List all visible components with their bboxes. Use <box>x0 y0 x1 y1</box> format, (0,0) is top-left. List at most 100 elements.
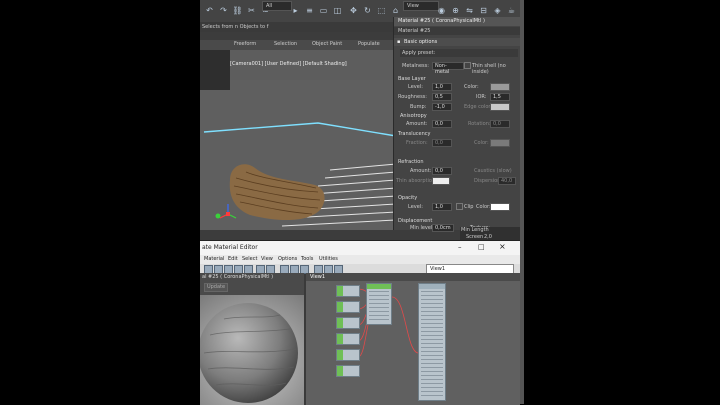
ior-label: IOR: <box>476 94 487 100</box>
undo-icon[interactable]: ↶ <box>204 5 215 16</box>
displacement-section: Displacement <box>398 218 433 224</box>
opacity-level-spinner[interactable]: 1,0 <box>432 203 452 211</box>
refraction-amount-label: Amount: <box>410 168 432 174</box>
clip-checkbox[interactable] <box>456 203 463 210</box>
anisotropy-amount-spinner[interactable]: 0,0 <box>432 120 452 128</box>
menu-options[interactable]: Options <box>278 256 297 262</box>
select-icon[interactable]: ▸ <box>290 5 301 16</box>
menu-view[interactable]: View <box>261 256 273 262</box>
unlink-icon[interactable]: ✂ <box>246 5 257 16</box>
menu-material[interactable]: Material <box>204 256 224 262</box>
refraction-section: Refraction <box>398 159 424 165</box>
roughness-spinner[interactable]: 0,5 <box>432 93 452 101</box>
translucency-color-swatch[interactable] <box>490 139 510 147</box>
translucency-section: Translucency <box>398 131 431 137</box>
fraction-label: Fraction: <box>406 140 428 146</box>
thin-absorption-label: Thin absorption: <box>396 178 437 184</box>
pivot-icon[interactable]: ◉ <box>436 5 447 16</box>
select-by-name-icon[interactable]: ≡ <box>304 5 315 16</box>
map-node-1[interactable] <box>336 285 360 297</box>
menu-utilities[interactable]: Utilities <box>319 256 338 262</box>
opacity-color-label: Color: <box>476 204 491 210</box>
translucency-color-label: Color: <box>474 140 489 146</box>
corona-physical-material-node[interactable] <box>418 283 446 401</box>
edge-color-swatch[interactable] <box>490 103 510 111</box>
snap-icon[interactable]: ⊕ <box>450 5 461 16</box>
level-spinner[interactable]: 1,0 <box>432 83 452 91</box>
anisotropy-amount-label: Amount: <box>406 121 428 127</box>
map-node-3[interactable] <box>336 317 360 329</box>
apply-preset-dropdown[interactable]: Apply preset: <box>400 49 518 57</box>
viewport-label[interactable]: [Camera001] [User Defined] [Default Shad… <box>230 61 347 67</box>
maximize-button[interactable]: □ <box>478 243 485 251</box>
view-tab[interactable]: View1 <box>310 274 325 280</box>
redo-icon[interactable]: ↷ <box>218 5 229 16</box>
material-editor-icon[interactable]: ◈ <box>492 5 503 16</box>
anisotropy-section: Anisotropy <box>400 113 427 119</box>
secondary-toolbar: Selects from n Objects to f <box>200 22 396 32</box>
tab-populate[interactable]: Populate <box>358 41 380 47</box>
menu-tools[interactable]: Tools <box>301 256 313 262</box>
view-tab-bar: View1 <box>306 273 520 281</box>
window-crossing-icon[interactable]: ◫ <box>332 5 343 16</box>
min-level-spinner[interactable]: 0,0cm <box>432 224 454 232</box>
rollout-basic-options[interactable]: ▪ Basic options <box>394 38 520 46</box>
close-button[interactable]: × <box>499 242 506 251</box>
map-node-6[interactable] <box>336 365 360 377</box>
editor-titlebar: ate Material Editor – □ × <box>200 241 520 255</box>
rotate-icon[interactable]: ↻ <box>362 5 373 16</box>
map-node-2[interactable] <box>336 301 360 313</box>
material-name-field[interactable]: Material #25 <box>394 27 520 35</box>
move-icon[interactable]: ✥ <box>348 5 359 16</box>
preview-sphere[interactable] <box>200 295 304 405</box>
selection-hint: Selects from n Objects to f <box>202 24 269 30</box>
roughness-label: Roughness: <box>398 94 427 100</box>
metalness-label: Metalness: <box>402 63 429 69</box>
base-layer-section: Base Layer <box>398 76 426 82</box>
base-color-swatch[interactable] <box>490 83 510 91</box>
link-icon[interactable]: ⛓ <box>232 5 243 16</box>
min-length-strip: Min Length Screen 2,0 <box>460 227 520 240</box>
map-node-4[interactable] <box>336 333 360 345</box>
material-title: Material #25 ( CoronaPhysicalMtl ) <box>398 18 485 24</box>
editor-menubar: Material Edit Select View Options Tools … <box>200 255 520 264</box>
min-length-label: Min Length <box>461 227 489 233</box>
material-name: Material #25 <box>398 28 431 34</box>
minimize-button[interactable]: – <box>458 243 462 251</box>
viewport[interactable]: [Camera001] [User Defined] [Default Shad… <box>200 50 396 230</box>
map-node-5[interactable] <box>336 349 360 361</box>
rotation-label: Rotation: <box>468 121 491 127</box>
render-icon[interactable]: ☕ <box>506 5 517 16</box>
scale-icon[interactable]: ⬚ <box>376 5 387 16</box>
menu-select[interactable]: Select <box>242 256 257 262</box>
tab-selection[interactable]: Selection <box>274 41 297 47</box>
ior-spinner[interactable]: 1,5 <box>490 93 510 101</box>
dispersion-spinner[interactable]: 40,0 <box>498 177 516 185</box>
bump-spinner[interactable]: -1,0 <box>432 103 452 111</box>
node-view[interactable]: View1 <box>306 273 520 405</box>
filter-dropdown[interactable]: All <box>262 1 292 11</box>
mirror-icon[interactable]: ⇋ <box>464 5 475 16</box>
opacity-level-label: Level: <box>408 204 423 210</box>
fraction-spinner[interactable]: 0,0 <box>432 139 452 147</box>
reference-coord-dropdown[interactable]: View <box>403 1 439 11</box>
preview-material-label: al #25 ( CoronaPhysicalMtl ) <box>202 274 274 280</box>
place-icon[interactable]: ⌂ <box>390 5 401 16</box>
bitmap-node[interactable] <box>366 283 392 325</box>
tab-object-paint[interactable]: Object Paint <box>312 41 342 47</box>
update-button[interactable]: Update <box>204 283 228 292</box>
opacity-color-swatch[interactable] <box>490 203 510 211</box>
min-level-label: Min level: <box>410 225 435 231</box>
rect-select-icon[interactable]: ▭ <box>318 5 329 16</box>
refraction-amount-spinner[interactable]: 0,0 <box>432 167 452 175</box>
align-icon[interactable]: ⊟ <box>478 5 489 16</box>
thin-absorption-swatch[interactable] <box>432 177 450 185</box>
level-label: Level: <box>408 84 423 90</box>
tab-freeform[interactable]: Freeform <box>234 41 256 47</box>
material-parameters-panel: Material #25 ( CoronaPhysicalMtl ) Mater… <box>393 17 520 232</box>
metalness-dropdown[interactable]: Non-metal <box>432 62 464 75</box>
rotation-spinner[interactable]: 0,0 <box>490 120 510 128</box>
editor-toolbar: View1 <box>200 264 520 274</box>
menu-edit[interactable]: Edit <box>228 256 238 262</box>
thin-shell-checkbox[interactable] <box>464 62 471 69</box>
